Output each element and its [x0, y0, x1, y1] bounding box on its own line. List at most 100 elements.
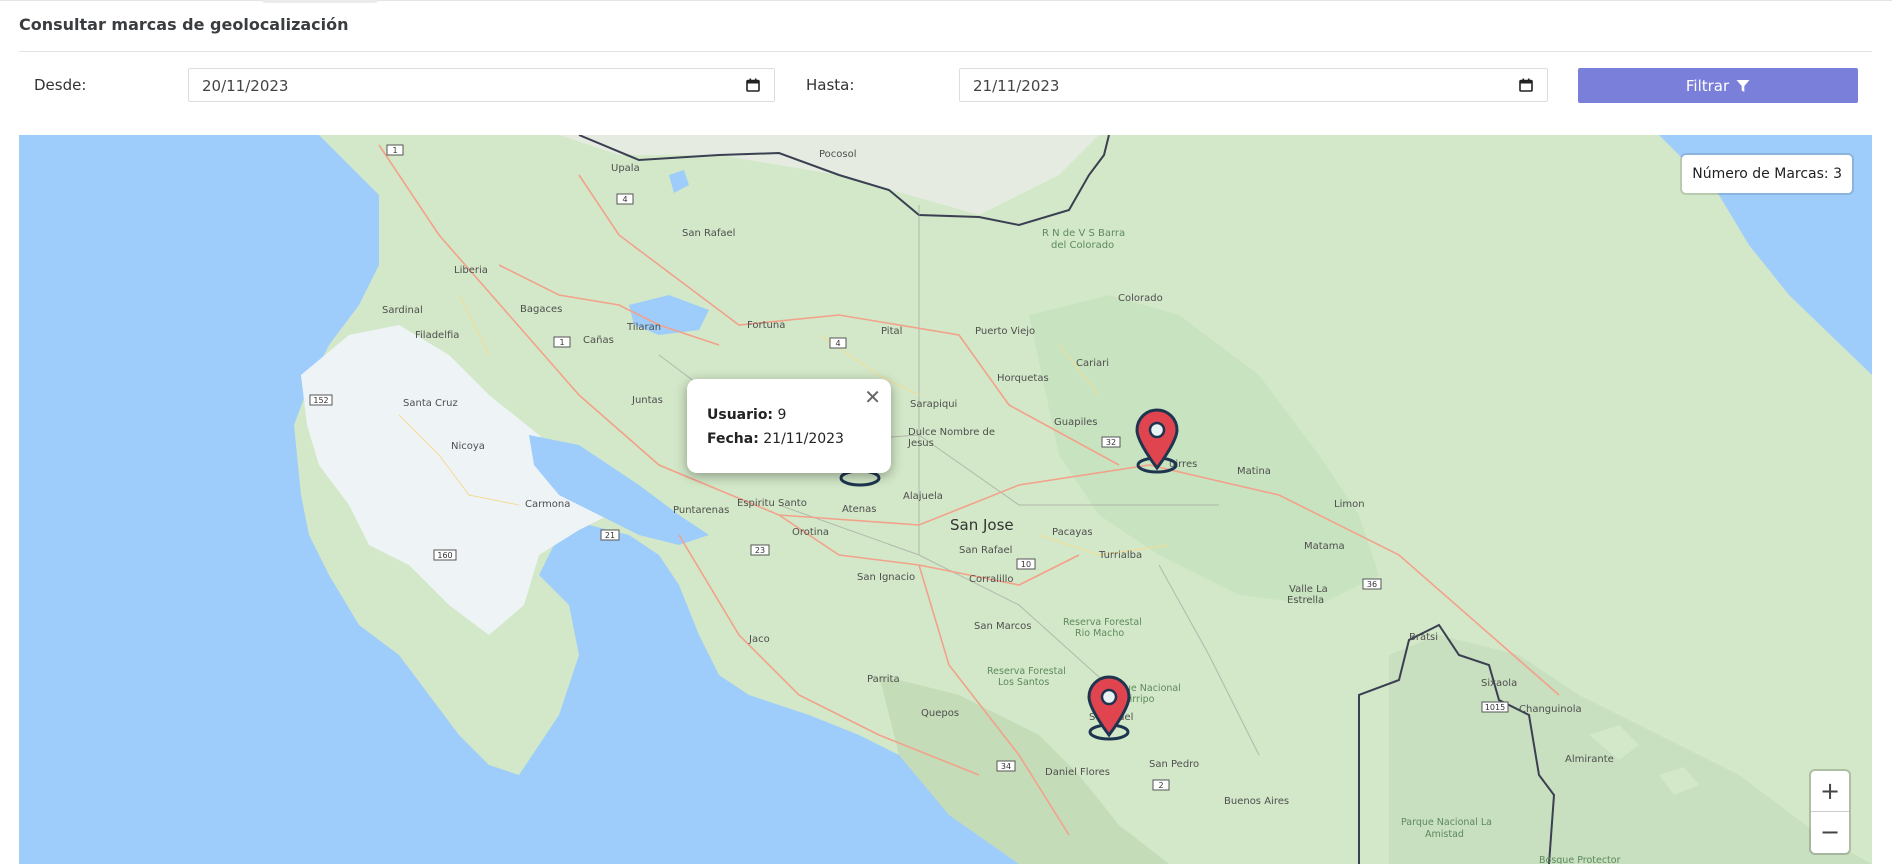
place-label: Puerto Viejo: [975, 326, 1035, 337]
place-label: Cariari: [1076, 358, 1109, 369]
close-icon[interactable]: ✕: [864, 385, 881, 409]
road-shield: 4: [829, 337, 847, 349]
road-shield-label: 160: [437, 551, 452, 560]
road-shield-label: 1015: [1485, 703, 1505, 712]
road-shield: 36: [1362, 578, 1382, 590]
place-label: Bratsi: [1409, 632, 1438, 643]
marker-count-box: Número de Marcas: 3: [1682, 155, 1852, 193]
place-label: Dulce Nombre de: [908, 427, 995, 438]
road-shield: 23: [750, 544, 770, 556]
zoom-control: + −: [1811, 771, 1849, 853]
place-label: Quepos: [921, 708, 959, 719]
map-marker[interactable]: [1085, 675, 1133, 741]
place-label: Fortuna: [747, 320, 785, 331]
place-label: San Marcos: [974, 621, 1031, 632]
road-shield-label: 152: [313, 396, 328, 405]
top-tab-indicator: [262, 0, 378, 3]
place-label: Santa Cruz: [403, 398, 458, 409]
place-label: Nicoya: [451, 441, 485, 452]
map-view[interactable]: Upala Pocosol San Rafael R N de V S Barr…: [19, 135, 1872, 864]
place-label: Parque Nacional La: [1401, 817, 1492, 828]
calendar-icon[interactable]: [746, 78, 760, 92]
road-shield-label: 21: [605, 531, 615, 540]
page-title: Consultar marcas de geolocalización: [19, 15, 349, 34]
place-label: Pital: [881, 326, 902, 337]
place-label: Corralillo: [969, 574, 1014, 585]
road-shield: 34: [996, 760, 1016, 772]
place-label: Jaco: [748, 634, 770, 645]
road-shield-label: 1: [559, 338, 564, 347]
zoom-in-button[interactable]: +: [1811, 771, 1849, 811]
place-label: Daniel Flores: [1045, 767, 1110, 778]
road-shield: 21: [600, 529, 620, 541]
place-label: Limon: [1334, 499, 1365, 510]
to-label: Hasta:: [806, 76, 855, 94]
road-shield: 160: [433, 549, 457, 561]
title-divider: [19, 51, 1872, 52]
place-label: San Pedro: [1149, 759, 1199, 770]
road-shield-label: 23: [755, 546, 765, 555]
place-label: Alajuela: [903, 491, 943, 502]
road-shield-label: 10: [1021, 560, 1031, 569]
map-canvas: Upala Pocosol San Rafael R N de V S Barr…: [294, 135, 1872, 864]
place-label: Pacayas: [1052, 527, 1093, 538]
road-shield: 1015: [1481, 701, 1509, 713]
place-label: Amistad: [1425, 829, 1464, 840]
road-shield: 1: [553, 336, 571, 348]
place-label: Matina: [1237, 466, 1271, 477]
filter-button[interactable]: Filtrar: [1578, 68, 1858, 103]
place-label: Parrita: [867, 674, 900, 685]
place-label: Bagaces: [520, 304, 562, 315]
road-shield-label: 34: [1001, 762, 1011, 771]
place-label: Puntarenas: [673, 505, 729, 516]
funnel-icon: [1736, 79, 1750, 92]
popup-user-value: 9: [777, 407, 787, 423]
place-label: Tilaran: [626, 322, 661, 333]
place-label: San Rafael: [959, 545, 1012, 556]
place-label: Changuinola: [1519, 704, 1582, 715]
to-date-input[interactable]: 21/11/2023: [959, 68, 1548, 102]
place-label: Upala: [611, 163, 640, 174]
road-shield: 1: [386, 144, 404, 156]
popup-user-label: Usuario:: [707, 407, 774, 423]
calendar-icon[interactable]: [1519, 78, 1533, 92]
place-label: Los Santos: [998, 677, 1049, 688]
place-label: del Colorado: [1051, 240, 1114, 251]
place-label: Carmona: [525, 499, 570, 510]
from-label: Desde:: [34, 76, 87, 94]
from-date-input[interactable]: 20/11/2023: [188, 68, 775, 102]
place-label: Almirante: [1565, 754, 1614, 765]
popup-date-label: Fecha:: [707, 431, 759, 447]
place-label: Estrella: [1287, 595, 1324, 606]
place-label: Sardinal: [382, 305, 423, 316]
road-shield: 32: [1101, 436, 1121, 448]
road-shield-label: 2: [1158, 781, 1163, 790]
place-label: San Ignacio: [857, 572, 915, 583]
place-label: Reserva Forestal: [1063, 617, 1142, 628]
marker-popup: ✕ Usuario: 9 Fecha: 21/11/2023: [687, 379, 891, 473]
road-shield: 4: [616, 193, 634, 205]
zoom-out-button[interactable]: −: [1811, 812, 1849, 852]
road-shield-label: 36: [1367, 580, 1377, 589]
place-label: Bosque Protector: [1539, 855, 1621, 864]
place-label: Buenos Aires: [1224, 796, 1289, 807]
map-marker[interactable]: [1133, 408, 1181, 474]
place-label: Turrialba: [1098, 550, 1142, 561]
place-label: Reserva Forestal: [987, 666, 1066, 677]
place-label: Orotina: [792, 527, 829, 538]
road-shield-label: 4: [835, 339, 840, 348]
place-label: Sixaola: [1481, 678, 1517, 689]
place-label: San Rafael: [682, 228, 735, 239]
road-shield-label: 1: [392, 146, 397, 155]
place-label: Liberia: [454, 265, 488, 276]
place-label: Colorado: [1118, 293, 1163, 304]
from-date-value: 20/11/2023: [202, 77, 289, 95]
place-label: Espiritu Santo: [737, 498, 807, 509]
place-label: Pocosol: [819, 149, 857, 160]
place-label: Jesus: [907, 438, 934, 449]
place-label: Sarapiqui: [910, 399, 957, 410]
road-shield: 2: [1152, 779, 1170, 791]
road-shield: 152: [309, 394, 333, 406]
popup-date-value: 21/11/2023: [763, 431, 844, 447]
road-shield: 10: [1016, 558, 1036, 570]
